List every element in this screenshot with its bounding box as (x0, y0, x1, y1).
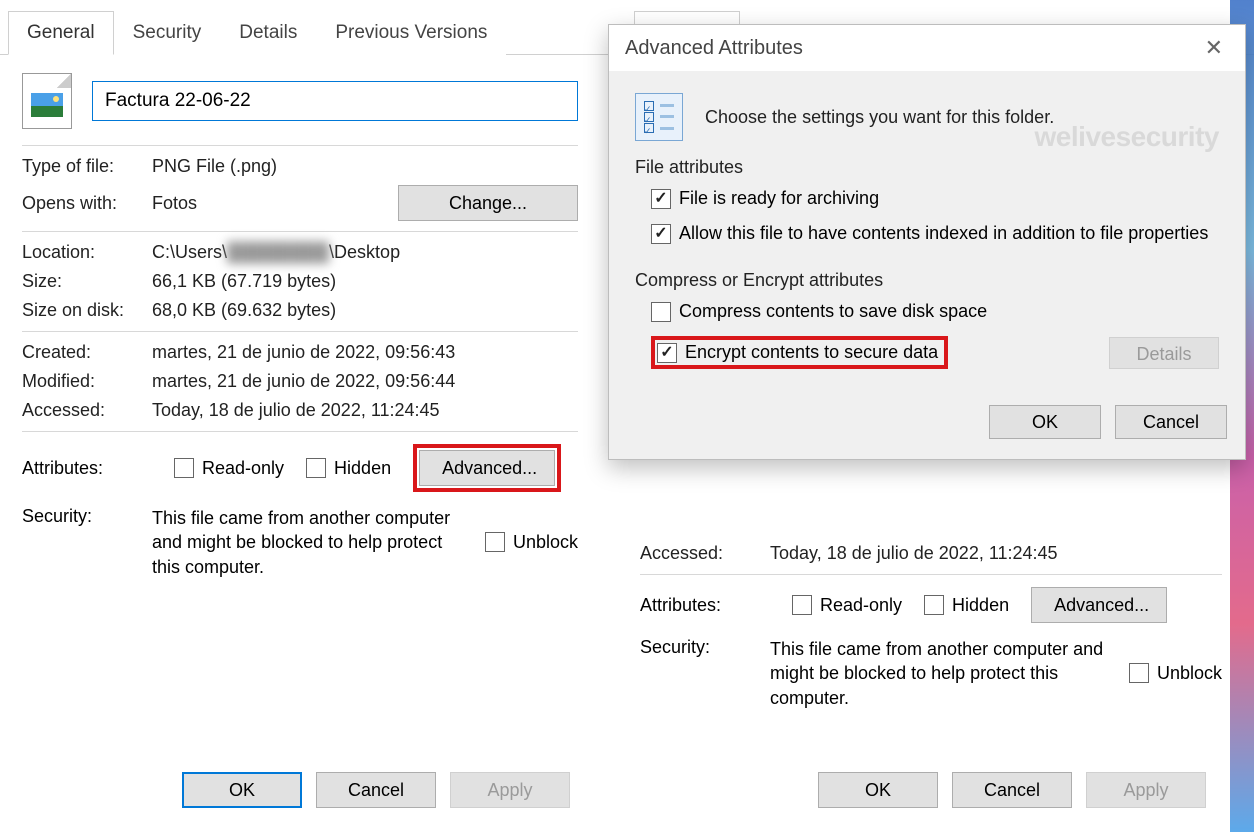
attributes-label: Attributes: (22, 458, 152, 479)
tab-security[interactable]: Security (114, 11, 221, 55)
size-on-disk-label: Size on disk: (22, 300, 152, 321)
advanced-attributes-dialog: Advanced Attributes ✕ welivesecurity Cho… (608, 24, 1246, 460)
ok-button-r[interactable]: OK (818, 772, 938, 808)
index-checkbox[interactable]: Allow this file to have contents indexed… (651, 223, 1219, 244)
location-label: Location: (22, 242, 152, 263)
unblock-checkbox[interactable]: Unblock (485, 532, 578, 553)
hidden-checkbox-r[interactable]: Hidden (924, 595, 1009, 616)
adv-title-text: Advanced Attributes (625, 37, 803, 60)
type-label: Type of file: (22, 156, 152, 177)
location-value: C:\Users\████████\Desktop (152, 242, 578, 263)
opens-with-label: Opens with: (22, 193, 152, 214)
change-button[interactable]: Change... (398, 185, 578, 221)
advanced-highlight: Advanced... (413, 444, 561, 492)
created-label: Created: (22, 342, 152, 363)
created-value: martes, 21 de junio de 2022, 09:56:43 (152, 342, 578, 363)
readonly-checkbox-r[interactable]: Read-only (792, 595, 902, 616)
compress-checkbox[interactable]: Compress contents to save disk space (651, 301, 1219, 322)
accessed-label-r: Accessed: (640, 543, 770, 564)
security-message-r: This file came from another computer and… (770, 637, 1129, 710)
file-attributes-title: File attributes (635, 157, 1219, 178)
modified-label: Modified: (22, 371, 152, 392)
attributes-label-r: Attributes: (640, 595, 770, 616)
security-label: Security: (22, 506, 152, 527)
file-type-icon (22, 73, 72, 129)
accessed-value-r: Today, 18 de julio de 2022, 11:24:45 (770, 543, 1222, 564)
accessed-value: Today, 18 de julio de 2022, 11:24:45 (152, 400, 578, 421)
accessed-label: Accessed: (22, 400, 152, 421)
compress-encrypt-title: Compress or Encrypt attributes (635, 270, 1219, 291)
archive-checkbox[interactable]: File is ready for archiving (651, 188, 1219, 209)
encrypt-checkbox[interactable]: Encrypt contents to secure data (657, 342, 938, 363)
advanced-button-r[interactable]: Advanced... (1031, 587, 1167, 623)
advanced-button[interactable]: Advanced... (419, 450, 555, 486)
dialog-buttons-right: OK Cancel Apply (818, 772, 1206, 808)
apply-button[interactable]: Apply (450, 772, 570, 808)
cancel-button[interactable]: Cancel (316, 772, 436, 808)
tab-bar: General Security Details Previous Versio… (0, 0, 600, 55)
tab-general[interactable]: General (8, 11, 114, 55)
security-message: This file came from another computer and… (152, 506, 485, 579)
checklist-icon (635, 93, 683, 141)
size-value: 66,1 KB (67.719 bytes) (152, 271, 578, 292)
encrypt-highlight: Encrypt contents to secure data (651, 336, 948, 369)
unblock-checkbox-r[interactable]: Unblock (1129, 663, 1222, 684)
hidden-checkbox[interactable]: Hidden (306, 458, 391, 479)
filename-input[interactable] (92, 81, 578, 121)
adv-cancel-button[interactable]: Cancel (1115, 405, 1227, 439)
size-label: Size: (22, 271, 152, 292)
details-button[interactable]: Details (1109, 337, 1219, 369)
tab-details[interactable]: Details (220, 11, 316, 55)
opens-with-value: Fotos (152, 193, 197, 214)
tab-previous-versions[interactable]: Previous Versions (316, 11, 506, 55)
ok-button[interactable]: OK (182, 772, 302, 808)
dialog-buttons-left: OK Cancel Apply (182, 772, 570, 808)
adv-instruction: Choose the settings you want for this fo… (705, 107, 1054, 128)
cancel-button-r[interactable]: Cancel (952, 772, 1072, 808)
apply-button-r[interactable]: Apply (1086, 772, 1206, 808)
modified-value: martes, 21 de junio de 2022, 09:56:44 (152, 371, 578, 392)
size-on-disk-value: 68,0 KB (69.632 bytes) (152, 300, 578, 321)
close-icon[interactable]: ✕ (1199, 35, 1229, 61)
type-value: PNG File (.png) (152, 156, 578, 177)
security-label-r: Security: (640, 637, 770, 658)
adv-ok-button[interactable]: OK (989, 405, 1101, 439)
properties-window-left: General Security Details Previous Versio… (0, 0, 600, 832)
readonly-checkbox[interactable]: Read-only (174, 458, 284, 479)
